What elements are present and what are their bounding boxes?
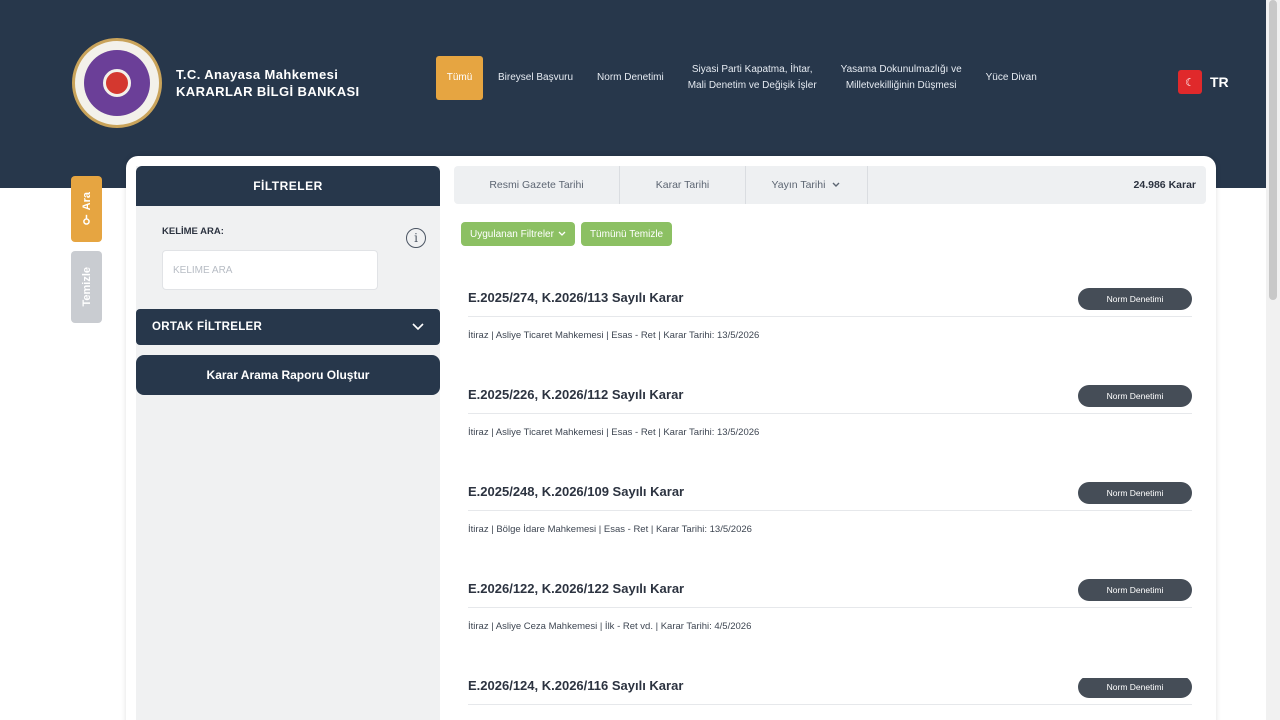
sort-bar: Resmi Gazete Tarihi Karar Tarihi Yayın T… (454, 166, 1206, 204)
applied-filters-label: Uygulanan Filtreler (470, 228, 554, 240)
keyword-input[interactable] (162, 250, 378, 290)
keyword-search-box: KELİME ARA: i (136, 208, 440, 298)
result-item[interactable]: E.2026/124, K.2026/116 Sayılı Karar Norm… (468, 678, 1192, 720)
brand-line-1: T.C. Anayasa Mahkemesi (176, 67, 339, 82)
turkey-flag-icon: ☾ (1178, 70, 1202, 94)
brand-line-2: KARARLAR BİLGİ BANKASI (176, 84, 360, 99)
common-filters-toggle[interactable]: ORTAK FİLTRELER (136, 309, 440, 345)
nav-item-norm-review[interactable]: Norm Denetimi (597, 70, 664, 86)
result-title[interactable]: E.2025/248, K.2026/109 Sayılı Karar (468, 484, 684, 499)
clear-all-chip[interactable]: Tümünü Temizle (580, 222, 673, 246)
result-item[interactable]: E.2026/122, K.2026/122 Sayılı Karar Norm… (468, 579, 1192, 653)
page-scrollbar[interactable] (1266, 0, 1280, 720)
result-title[interactable]: E.2025/274, K.2026/113 Sayılı Karar (468, 290, 683, 305)
result-type-badge: Norm Denetimi (1078, 579, 1192, 601)
search-side-tab-label: ⚲ Ara (81, 191, 93, 227)
filter-sidebar: FİLTRELER KELİME ARA: i ORTAK FİLTRELER … (136, 166, 440, 720)
scrollbar-thumb[interactable] (1269, 0, 1277, 300)
result-type-badge: Norm Denetimi (1078, 482, 1192, 504)
nav-item-immunity[interactable]: Yasama Dokunulmazlığı ve Milletvekilliği… (841, 62, 962, 94)
sort-publication-date[interactable]: Yayın Tarihi (746, 166, 868, 204)
result-meta: İtiraz | Asliye Ceza Mahkemesi | İlk - R… (468, 621, 752, 632)
nav-item-all[interactable]: Tümü (436, 56, 483, 100)
result-item[interactable]: E.2025/274, K.2026/113 Sayılı Karar Norm… (468, 288, 1192, 362)
result-title[interactable]: E.2026/124, K.2026/116 Sayılı Karar (468, 678, 683, 693)
result-divider (468, 316, 1192, 317)
filter-chips: Uygulanan Filtreler Tümünü Temizle (461, 222, 673, 246)
result-item[interactable]: E.2025/248, K.2026/109 Sayılı Karar Norm… (468, 482, 1192, 556)
logo-core-icon (103, 69, 131, 97)
chevron-down-icon (412, 323, 424, 331)
nav-item-political-party[interactable]: Siyasi Parti Kapatma, İhtar, Mali Deneti… (688, 62, 817, 94)
result-type-badge: Norm Denetimi (1078, 678, 1192, 698)
nav-item-immunity-line2: Milletvekilliğinin Düşmesi (845, 80, 957, 91)
common-filters-label: ORTAK FİLTRELER (152, 321, 263, 333)
search-side-tab[interactable]: ⚲ Ara (71, 176, 102, 242)
result-count: 24.986 Karar (1133, 179, 1196, 191)
result-item[interactable]: E.2025/226, K.2026/112 Sayılı Karar Norm… (468, 385, 1192, 459)
sort-publication-date-label: Yayın Tarihi (771, 179, 826, 191)
brand-title[interactable]: T.C. Anayasa Mahkemesi KARARLAR BİLGİ BA… (176, 66, 360, 100)
result-type-badge: Norm Denetimi (1078, 288, 1192, 310)
result-type-badge: Norm Denetimi (1078, 385, 1192, 407)
result-meta: İtiraz | Asliye Ticaret Mahkemesi | Esas… (468, 427, 760, 438)
sort-decision-date[interactable]: Karar Tarihi (620, 166, 746, 204)
court-logo[interactable] (72, 38, 162, 128)
logo-emblem-icon (84, 50, 150, 116)
clear-side-tab-label: Temizle (80, 267, 93, 307)
nav-item-political-party-line1: Siyasi Parti Kapatma, İhtar, (691, 64, 813, 75)
nav-item-political-party-line2: Mali Denetim ve Değişik İşler (687, 80, 817, 91)
chevron-down-icon (558, 231, 566, 236)
filters-heading: FİLTRELER (136, 166, 440, 206)
result-meta: İtiraz | Asliye Ticaret Mahkemesi | Esas… (468, 330, 760, 341)
result-meta: İtiraz | Bölge İdare Mahkemesi | Esas - … (468, 524, 752, 535)
result-title[interactable]: E.2025/226, K.2026/112 Sayılı Karar (468, 387, 683, 402)
create-report-button[interactable]: Karar Arama Raporu Oluştur (136, 355, 440, 395)
nav-item-individual-application[interactable]: Bireysel Başvuru (498, 70, 573, 86)
nav-item-supreme-court[interactable]: Yüce Divan (986, 70, 1037, 86)
main-nav: Tümü Bireysel Başvuru Norm Denetimi Siya… (436, 56, 1037, 100)
clear-side-tab[interactable]: Temizle (71, 251, 102, 323)
result-divider (468, 510, 1192, 511)
sort-official-gazette-date[interactable]: Resmi Gazete Tarihi (454, 166, 620, 204)
sort-spacer (868, 166, 1134, 204)
result-title[interactable]: E.2026/122, K.2026/122 Sayılı Karar (468, 581, 684, 596)
result-divider (468, 607, 1192, 608)
info-icon[interactable]: i (406, 228, 426, 248)
sort-chevron-icon (832, 182, 840, 187)
result-divider (468, 704, 1192, 705)
language-label: TR (1210, 74, 1229, 90)
keyword-label: KELİME ARA: (162, 226, 224, 237)
result-divider (468, 413, 1192, 414)
nav-item-immunity-line1: Yasama Dokunulmazlığı ve (840, 64, 962, 75)
applied-filters-chip[interactable]: Uygulanan Filtreler (461, 222, 575, 246)
language-switch[interactable]: ☾ TR (1178, 70, 1229, 94)
